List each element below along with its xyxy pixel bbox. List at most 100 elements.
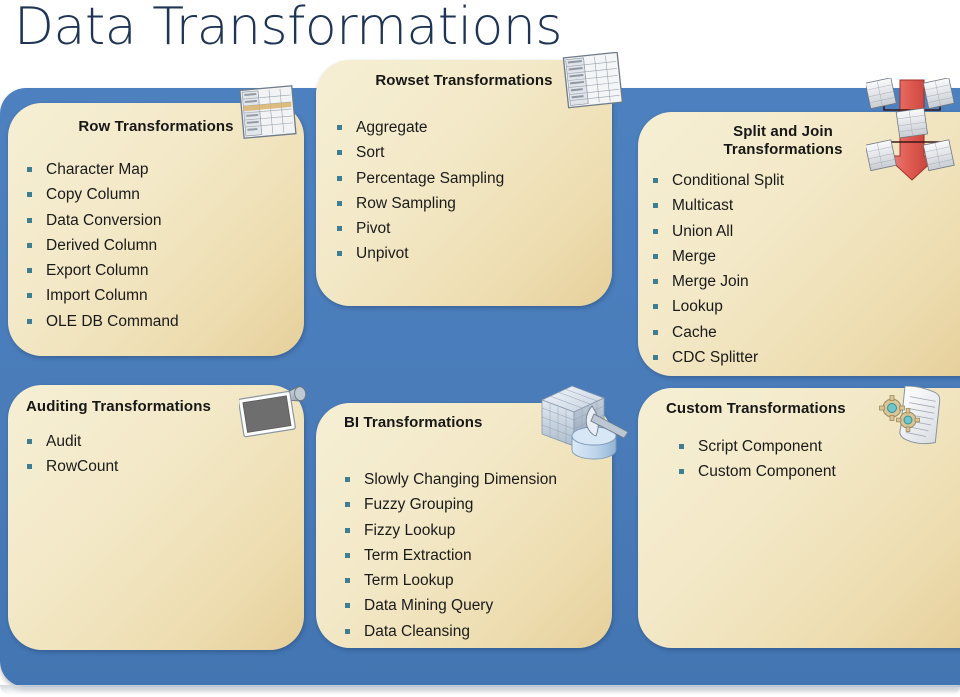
bullet-square-icon [337, 251, 342, 257]
list-item-label: Export Column [46, 262, 149, 280]
list-custom-transformations: Script Component Custom Component [678, 434, 836, 485]
list-item[interactable]: CDC Splitter [652, 345, 784, 370]
list-item[interactable]: Export Column [26, 258, 179, 283]
bullet-square-icon [27, 464, 32, 470]
panel-bi-transformations: BI Transformations Slowly Changing Dimen… [316, 403, 612, 648]
bullet-square-icon [345, 502, 350, 508]
list-item[interactable]: Term Extraction [344, 543, 557, 568]
list-item[interactable]: Aggregate [336, 115, 504, 140]
bullet-square-icon [345, 628, 350, 634]
bullet-square-icon [653, 203, 658, 209]
bullet-square-icon [27, 293, 32, 299]
list-item[interactable]: Merge Join [652, 269, 784, 294]
list-item[interactable]: Data Cleansing [344, 619, 557, 644]
slide-canvas: Data Transformations Row Transformations… [0, 0, 960, 697]
list-item-label: Script Component [698, 438, 823, 455]
list-item[interactable]: Multicast [652, 193, 784, 218]
bullet-square-icon [27, 268, 32, 274]
panel-rowset-transformations: Rowset Transformations Aggregate Sort Pe… [316, 60, 612, 306]
list-item[interactable]: Percentage Sampling [336, 166, 504, 191]
list-item[interactable]: Lookup [652, 294, 784, 319]
bullet-square-icon [27, 318, 32, 324]
bullet-square-icon [653, 329, 658, 335]
panel-auditing-transformations: Auditing Transformations Audit RowCount [8, 385, 304, 650]
list-item[interactable]: RowCount [26, 454, 118, 479]
panel-custom-transformations: Custom Transformations Script Component … [638, 388, 960, 648]
list-item-label: Row Sampling [356, 194, 456, 212]
list-item-label: OLE DB Command [46, 312, 179, 330]
panel-title-auditing-transformations: Auditing Transformations [26, 398, 211, 415]
list-item[interactable]: Unpivot [336, 241, 504, 266]
bullet-square-icon [337, 200, 342, 206]
list-item[interactable]: OLE DB Command [26, 309, 179, 334]
panel-title-line-2: Transformations [723, 141, 843, 158]
list-item-label: Percentage Sampling [356, 169, 505, 187]
bullet-square-icon [345, 603, 350, 609]
list-item[interactable]: Data Conversion [26, 208, 179, 233]
list-item-label: Character Map [46, 161, 149, 178]
list-item-label: Sort [356, 144, 385, 162]
bullet-square-icon [345, 552, 350, 558]
list-item-label: Copy Column [46, 186, 140, 204]
list-item-label: Term Lookup [364, 572, 454, 590]
panel-title-line-1: Split and Join [733, 123, 833, 140]
list-auditing-transformations: Audit RowCount [26, 429, 118, 480]
list-item[interactable]: Fuzzy Grouping [344, 492, 557, 517]
bullet-square-icon [679, 444, 684, 449]
list-item-label: Unpivot [356, 245, 409, 263]
list-item[interactable]: Import Column [26, 283, 179, 308]
list-item[interactable]: Sort [336, 140, 504, 165]
list-item-label: Fizzy Lookup [364, 521, 456, 539]
list-item-label: Lookup [672, 298, 723, 316]
list-item-label: Pivot [356, 220, 391, 238]
list-item[interactable]: Conditional Split [652, 168, 784, 193]
list-item-label: Merge [672, 247, 716, 265]
bullet-square-icon [27, 167, 32, 172]
panel-title-row-transformations: Row Transformations [78, 118, 234, 135]
bullet-square-icon [345, 527, 350, 533]
list-item-label: Data Mining Query [364, 597, 494, 615]
panel-split-and-join-transformations: Split and Join Transformations Condition… [638, 112, 960, 376]
bullet-square-icon [345, 578, 350, 584]
bullet-square-icon [27, 192, 32, 198]
list-item[interactable]: Data Mining Query [344, 593, 557, 618]
list-item-label: RowCount [46, 458, 119, 476]
list-item[interactable]: Row Sampling [336, 191, 504, 216]
bullet-square-icon [653, 253, 658, 259]
list-item[interactable]: Union All [652, 219, 784, 244]
list-item[interactable]: Derived Column [26, 233, 179, 258]
bullet-square-icon [653, 279, 658, 285]
list-item[interactable]: Term Lookup [344, 568, 557, 593]
bullet-square-icon [653, 228, 658, 234]
bullet-square-icon [337, 150, 342, 156]
list-item[interactable]: Character Map [26, 157, 179, 182]
list-item-label: Derived Column [46, 236, 158, 254]
list-item-label: Audit [46, 433, 82, 450]
list-item-label: Union All [672, 222, 734, 240]
list-item-label: Fuzzy Grouping [364, 496, 474, 514]
list-item[interactable]: Pivot [336, 216, 504, 241]
list-item[interactable]: Script Component [678, 434, 836, 459]
list-item-label: Slowly Changing Dimension [364, 471, 557, 488]
list-item[interactable]: Fizzy Lookup [344, 518, 557, 543]
panel-title-rowset-transformations: Rowset Transformations [375, 72, 553, 89]
list-rowset-transformations: Aggregate Sort Percentage Sampling Row S… [336, 115, 504, 267]
list-item-label: Conditional Split [672, 172, 785, 189]
bullet-square-icon [653, 355, 658, 361]
list-item-label: Import Column [46, 287, 148, 305]
list-item[interactable]: Copy Column [26, 182, 179, 207]
bullet-square-icon [27, 217, 32, 223]
list-item[interactable]: Custom Component [678, 459, 836, 484]
bullet-square-icon [337, 125, 342, 130]
bullet-square-icon [337, 226, 342, 232]
list-item-label: Multicast [672, 197, 734, 215]
list-item[interactable]: Merge [652, 244, 784, 269]
list-item-label: CDC Splitter [672, 349, 759, 367]
bullet-square-icon [653, 304, 658, 310]
list-item[interactable]: Cache [652, 320, 784, 345]
list-row-transformations: Character Map Copy Column Data Conversio… [26, 157, 179, 334]
list-item[interactable]: Audit [26, 429, 118, 454]
bullet-square-icon [653, 178, 658, 183]
bullet-square-icon [27, 242, 32, 248]
list-item[interactable]: Slowly Changing Dimension [344, 467, 557, 492]
